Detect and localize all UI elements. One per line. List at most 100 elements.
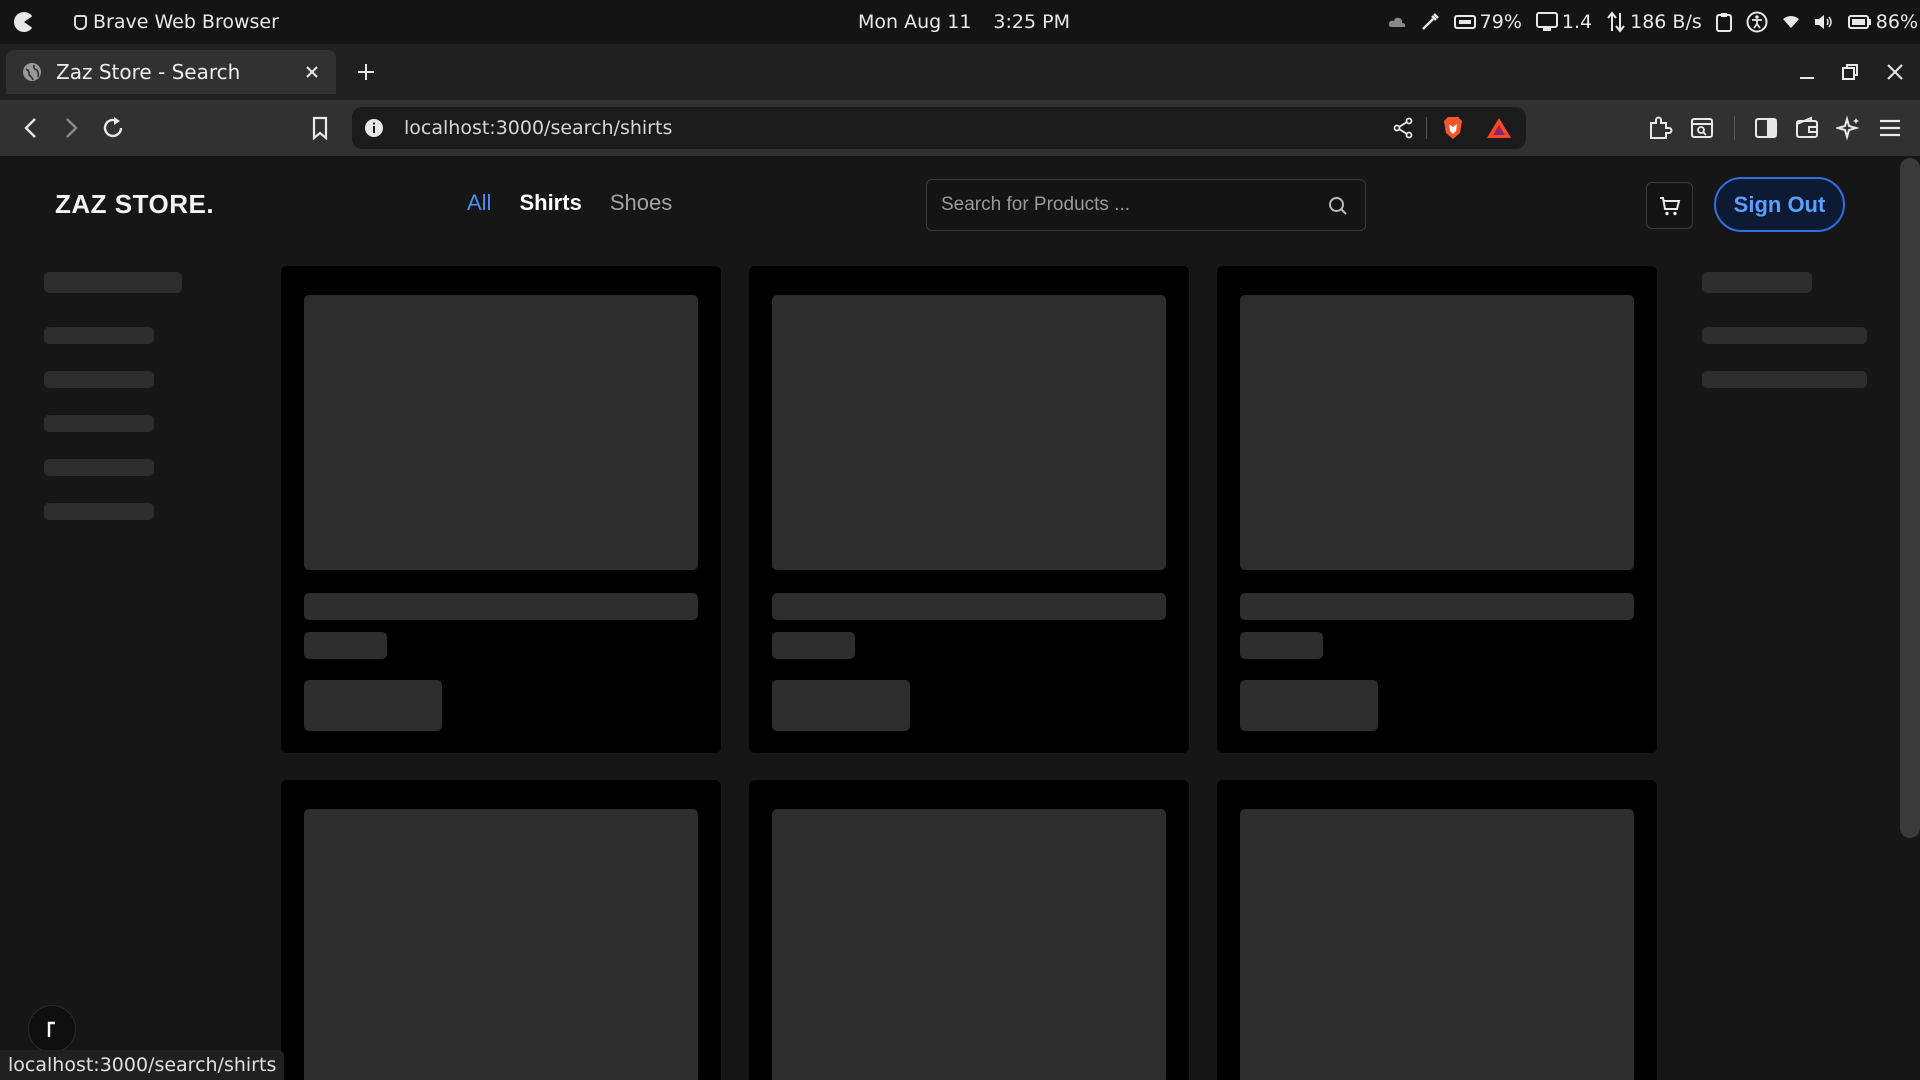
sign-out-button[interactable]: Sign Out <box>1714 177 1845 232</box>
cart-button[interactable] <box>1646 182 1693 229</box>
battery-value: 86% <box>1875 11 1918 33</box>
skeleton-image <box>772 295 1166 570</box>
skeleton-title <box>304 593 698 620</box>
tab-zaz-store[interactable]: Zaz Store - Search <box>6 50 336 94</box>
skeleton-product-card <box>749 266 1189 753</box>
link-status-bar: localhost:3000/search/shirts <box>0 1050 285 1080</box>
active-app-name: Brave Web Browser <box>93 11 279 33</box>
store-logo[interactable]: ZAZ STORE. <box>55 189 214 220</box>
site-info-icon[interactable] <box>364 118 384 138</box>
skeleton-sort-item <box>1702 327 1867 344</box>
skeleton-filter-heading <box>44 272 182 293</box>
extensions-icon[interactable] <box>1647 115 1673 141</box>
skeleton-product-card <box>749 780 1189 1080</box>
cloud-icon[interactable] <box>1388 16 1406 28</box>
load-value: 1.4 <box>1561 11 1593 33</box>
skeleton-product-card <box>1217 780 1657 1080</box>
skeleton-button <box>304 680 442 731</box>
load-indicator[interactable]: 1.4 <box>1535 11 1593 33</box>
scrollbar-thumb[interactable] <box>1900 158 1920 838</box>
menu-icon[interactable] <box>1877 115 1903 141</box>
skeleton-filter-item <box>44 327 154 344</box>
share-icon[interactable] <box>1392 117 1414 139</box>
clock[interactable]: Mon Aug 11 3:25 PM <box>858 0 1070 44</box>
dev-tools-button[interactable] <box>28 1005 76 1053</box>
minimize-icon[interactable] <box>1795 60 1819 84</box>
leo-ai-icon[interactable] <box>1836 115 1862 141</box>
skeleton-product-card <box>281 266 721 753</box>
skeleton-product-card <box>1217 266 1657 753</box>
back-icon[interactable] <box>18 115 44 141</box>
os-top-bar: Brave Web Browser Mon Aug 11 3:25 PM 79%… <box>0 0 1920 44</box>
reload-icon[interactable] <box>100 115 126 141</box>
dev-tools-icon <box>47 1021 55 1037</box>
cpu-value: 79% <box>1479 11 1522 33</box>
volume-icon[interactable] <box>1814 14 1834 30</box>
monitor-icon <box>1535 12 1558 31</box>
skeleton-button <box>1240 680 1378 731</box>
brave-icon <box>74 14 87 30</box>
brave-shields-icon[interactable] <box>1441 115 1465 141</box>
date-label: Mon Aug 11 <box>858 11 972 33</box>
network-value: 186 B/s <box>1630 11 1702 33</box>
battery-icon <box>1847 15 1871 29</box>
skeleton-image <box>304 809 698 1080</box>
url-text: localhost:3000/search/shirts <box>404 117 673 139</box>
search-icon[interactable] <box>1327 195 1349 217</box>
color-picker-icon[interactable] <box>1420 12 1440 32</box>
clipboard-icon[interactable] <box>1715 12 1732 32</box>
network-indicator[interactable]: 186 B/s <box>1606 11 1702 33</box>
network-arrows-icon <box>1607 11 1625 33</box>
tab-strip: Zaz Store - Search <box>0 44 1920 100</box>
globe-icon <box>23 63 41 81</box>
nav-link-shoes[interactable]: Shoes <box>610 190 672 216</box>
skeleton-price <box>1240 632 1323 659</box>
skeleton-filter-item <box>44 415 154 432</box>
wifi-icon[interactable] <box>1782 15 1800 29</box>
skeleton-price <box>772 632 855 659</box>
toolbar-separator <box>1734 116 1735 140</box>
search-input[interactable] <box>941 192 1311 218</box>
skeleton-image <box>304 295 698 570</box>
skeleton-image <box>1240 295 1634 570</box>
tab-search-icon[interactable] <box>1689 115 1715 141</box>
skeleton-sort-heading <box>1702 272 1812 293</box>
skeleton-product-card <box>281 780 721 1080</box>
rewards-icon[interactable] <box>1486 117 1512 139</box>
browser-toolbar: localhost:3000/search/shirts <box>0 100 1920 156</box>
skeleton-title <box>772 593 1166 620</box>
skeleton-image <box>1240 809 1634 1080</box>
bookmark-icon[interactable] <box>307 115 333 141</box>
skeleton-filter-item <box>44 503 154 520</box>
wallet-icon[interactable] <box>1794 115 1820 141</box>
battery-indicator[interactable]: 86% <box>1847 11 1918 33</box>
address-bar[interactable]: localhost:3000/search/shirts <box>352 107 1526 149</box>
cpu-indicator[interactable]: 79% <box>1453 11 1522 33</box>
new-tab-icon[interactable] <box>354 60 378 84</box>
skeleton-filter-item <box>44 459 154 476</box>
address-separator <box>1426 117 1427 139</box>
os-logo-icon[interactable] <box>12 10 36 34</box>
forward-icon[interactable] <box>58 115 84 141</box>
sidebar-icon[interactable] <box>1753 115 1779 141</box>
nav-link-all[interactable]: All <box>467 190 491 216</box>
cart-icon <box>1660 197 1681 216</box>
page-content: ZAZ STORE. All Shirts Shoes Sign Out <box>0 156 1900 1080</box>
tab-title: Zaz Store - Search <box>56 60 241 84</box>
skeleton-price <box>304 632 387 659</box>
category-nav: All Shirts Shoes <box>467 190 672 216</box>
close-window-icon[interactable] <box>1883 60 1907 84</box>
skeleton-title <box>1240 593 1634 620</box>
time-label: 3:25 PM <box>993 11 1070 33</box>
skeleton-filter-item <box>44 371 154 388</box>
restore-icon[interactable] <box>1838 60 1862 84</box>
skeleton-image <box>772 809 1166 1080</box>
cpu-icon <box>1453 15 1476 29</box>
close-tab-icon[interactable] <box>302 62 322 82</box>
search-box <box>926 179 1366 231</box>
active-app[interactable]: Brave Web Browser <box>74 11 279 33</box>
skeleton-sort-item <box>1702 371 1867 388</box>
nav-link-shirts[interactable]: Shirts <box>519 190 581 216</box>
skeleton-button <box>772 680 910 731</box>
accessibility-icon[interactable] <box>1746 11 1768 33</box>
